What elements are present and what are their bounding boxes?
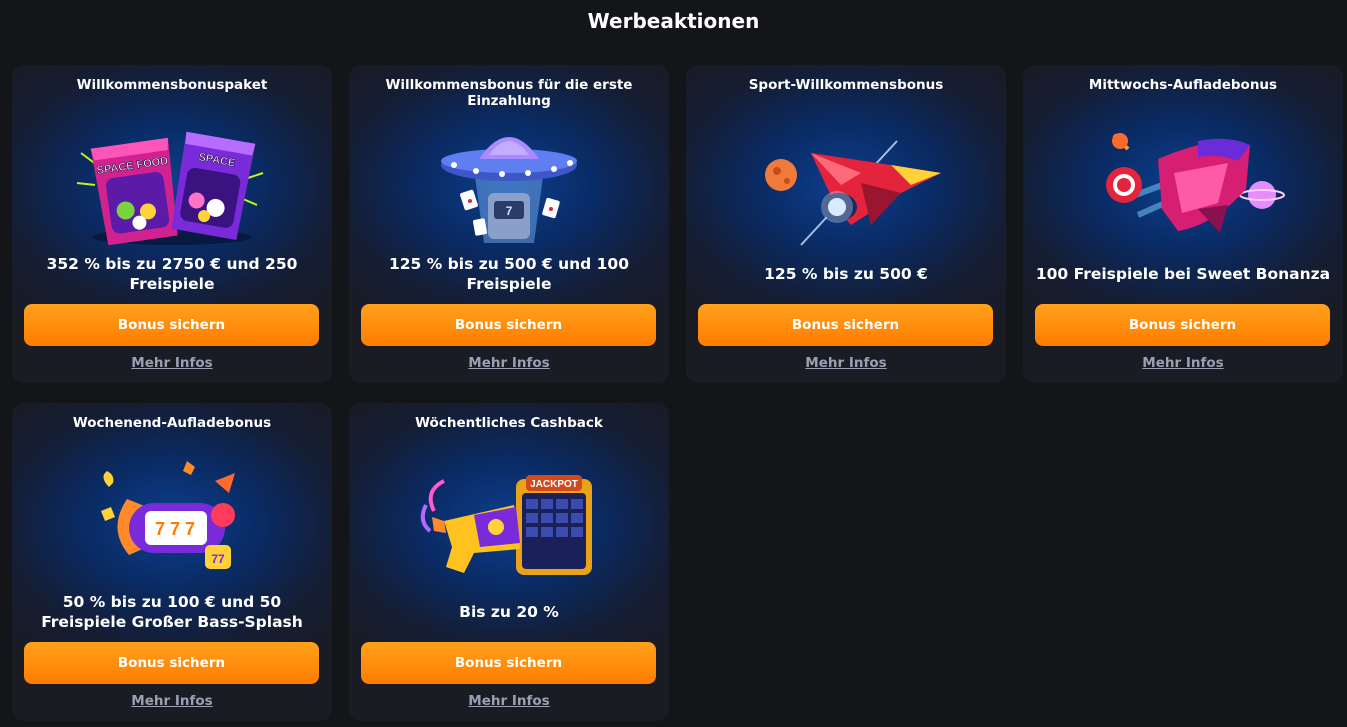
more-info-link[interactable]: Mehr Infos bbox=[349, 693, 669, 709]
more-info-link[interactable]: Mehr Infos bbox=[12, 355, 332, 371]
jackpot-label: JACKPOT bbox=[530, 479, 578, 490]
claim-bonus-button[interactable]: Bonus sichern bbox=[24, 304, 319, 346]
promo-card-sport-welcome: Sport-Willkommensbonus 125 % bis zu 500 … bbox=[686, 65, 1006, 383]
promo-card-title: Wöchentliches Cashback bbox=[415, 415, 603, 431]
promo-card-title: Mittwochs-Aufladebonus bbox=[1088, 77, 1278, 93]
more-info-link[interactable]: Mehr Infos bbox=[686, 355, 1006, 371]
svg-text:7: 7 bbox=[170, 519, 180, 539]
promo-card-title: Willkommensbonus für die erste Einzahlun… bbox=[385, 77, 633, 109]
promo-card-offer: Bis zu 20 % bbox=[459, 603, 559, 621]
promo-card-title: Willkommensbonuspaket bbox=[76, 77, 268, 93]
promo-card-offer: 50 % bis zu 100 € und 50 Freispiele Groß… bbox=[41, 593, 303, 631]
pink-spaceship-icon bbox=[1078, 113, 1288, 249]
promotions-page: Werbeaktionen Willkommensbonuspaket SPAC… bbox=[0, 0, 1347, 727]
claim-bonus-button[interactable]: Bonus sichern bbox=[361, 642, 656, 684]
promo-card-wednesday-reload: Mittwochs-Aufladebonus 100 Freispiele be… bbox=[1023, 65, 1343, 383]
promo-card-title: Sport-Willkommensbonus bbox=[748, 77, 944, 93]
svg-text:7: 7 bbox=[155, 519, 165, 539]
claim-bonus-button[interactable]: Bonus sichern bbox=[361, 304, 656, 346]
more-info-link[interactable]: Mehr Infos bbox=[1023, 355, 1343, 371]
ufo-slot-machine-icon: 7 bbox=[404, 113, 614, 249]
slot-reel-rocket-icon: 7 7 7 77 bbox=[67, 451, 277, 587]
promo-card-weekend-reload: Wochenend-Aufladebonus 7 7 7 77 50 % bis… bbox=[12, 403, 332, 721]
promo-card-weekly-cashback: Wöchentliches Cashback JACKPOT Bis zu 20… bbox=[349, 403, 669, 721]
promo-card-offer: 100 Freispiele bei Sweet Bonanza bbox=[1035, 265, 1331, 283]
more-info-link[interactable]: Mehr Infos bbox=[349, 355, 669, 371]
space-food-bags-icon: SPACE FOOD SPACE bbox=[67, 113, 277, 249]
claim-bonus-button[interactable]: Bonus sichern bbox=[1035, 304, 1330, 346]
promo-card-welcome-package: Willkommensbonuspaket SPACE FOOD SPACE 3… bbox=[12, 65, 332, 383]
promo-card-first-deposit: Willkommensbonus für die erste Einzahlun… bbox=[349, 65, 669, 383]
claim-bonus-button[interactable]: Bonus sichern bbox=[698, 304, 993, 346]
promo-card-offer: 125 % bis zu 500 € und 100 Freispiele bbox=[388, 255, 629, 293]
svg-text:7: 7 bbox=[506, 204, 513, 218]
promo-card-title: Wochenend-Aufladebonus bbox=[72, 415, 272, 431]
svg-text:7: 7 bbox=[185, 519, 195, 539]
more-info-link[interactable]: Mehr Infos bbox=[12, 693, 332, 709]
promotions-grid: Willkommensbonuspaket SPACE FOOD SPACE 3… bbox=[12, 65, 1343, 721]
svg-text:77: 77 bbox=[211, 552, 225, 566]
page-title: Werbeaktionen bbox=[587, 9, 760, 33]
promo-card-offer: 352 % bis zu 2750 € und 250 Freispiele bbox=[46, 255, 298, 293]
promo-card-offer: 125 % bis zu 500 € bbox=[764, 265, 928, 283]
rocket-jet-icon bbox=[741, 113, 951, 249]
claim-bonus-button[interactable]: Bonus sichern bbox=[24, 642, 319, 684]
jackpot-blaster-icon: JACKPOT bbox=[404, 451, 614, 587]
